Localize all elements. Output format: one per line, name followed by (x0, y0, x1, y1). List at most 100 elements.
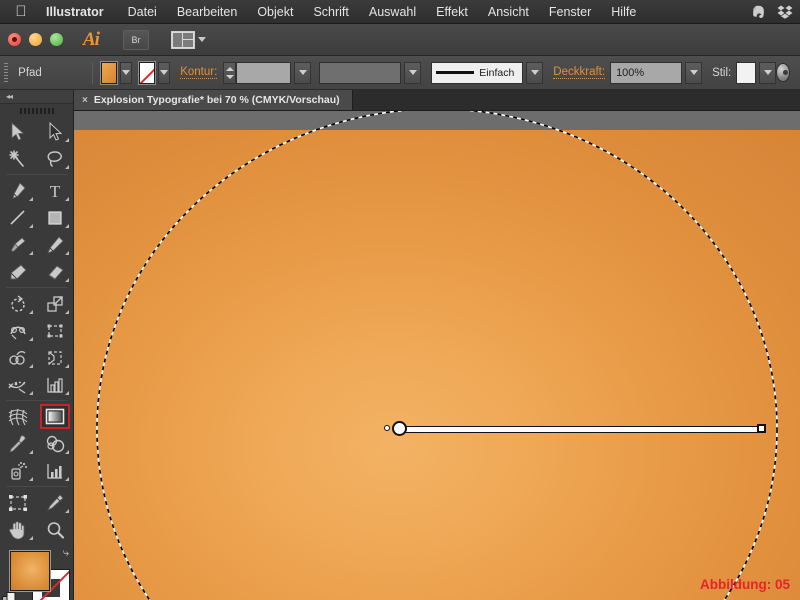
tools-grid: T (0, 118, 73, 543)
gradient-start-stop[interactable] (392, 421, 407, 436)
tools-panel-header[interactable]: ◂◂ (0, 90, 73, 104)
pencil-tool[interactable] (37, 231, 74, 258)
chevron-down-icon (530, 70, 539, 75)
lasso-tool[interactable] (37, 145, 74, 172)
document-tab[interactable]: × Explosion Typografie* bei 70 % (CMYK/V… (74, 90, 353, 110)
hand-tool[interactable] (0, 516, 37, 543)
graphic-style-dropdown[interactable] (759, 61, 777, 84)
direct-selection-tool[interactable] (37, 118, 74, 145)
gradient-annotator-bar[interactable] (398, 426, 764, 433)
rotate-tool[interactable] (0, 290, 37, 317)
artboard-tool[interactable] (0, 489, 37, 516)
scale-tool[interactable] (37, 290, 74, 317)
stroke-weight-label[interactable]: Kontur: (180, 66, 218, 79)
slice-tool[interactable] (37, 489, 74, 516)
zoom-tool[interactable] (37, 516, 74, 543)
shape-builder-tool[interactable] (0, 344, 37, 371)
tool-group-indicator (65, 364, 69, 368)
magic-wand-tool[interactable] (0, 145, 37, 172)
stroke-weight-input[interactable] (236, 61, 292, 84)
chevron-down-icon (298, 70, 307, 75)
dropbox-icon[interactable] (776, 3, 794, 21)
svg-text:T: T (50, 182, 61, 201)
opacity-label[interactable]: Deckkraft: (553, 66, 606, 79)
stroke-profile-field[interactable]: Einfach (431, 61, 524, 84)
fill-swatch-dropdown[interactable] (119, 61, 133, 84)
line-segment-tool[interactable] (0, 204, 37, 231)
tool-group-indicator (65, 477, 69, 481)
width-tool[interactable] (0, 317, 37, 344)
stroke-weight-dropdown[interactable] (294, 61, 312, 84)
tool-group-indicator (28, 450, 33, 454)
tools-panel-grip[interactable] (0, 104, 73, 118)
graph-tool[interactable] (37, 457, 74, 484)
symbol-sprayer-tool[interactable] (0, 457, 37, 484)
rectangle-tool[interactable] (37, 204, 74, 231)
tool-group-indicator (28, 197, 33, 201)
stroke-style-dropdown[interactable] (404, 61, 422, 84)
blend-tool[interactable] (37, 430, 74, 457)
stroke-profile-dropdown[interactable] (526, 61, 544, 84)
tool-group-indicator (28, 224, 33, 228)
evernote-icon[interactable] (750, 3, 768, 21)
swap-fill-stroke-icon[interactable]: ⤷ (63, 547, 69, 560)
column-graph-tool[interactable] (37, 371, 74, 398)
collapse-panel-icon[interactable]: ◂◂ (6, 92, 13, 101)
minimize-window-button[interactable] (29, 33, 42, 46)
pen-tool[interactable] (0, 177, 37, 204)
tool-group-indicator (28, 477, 33, 481)
stroke-color-swatch[interactable] (137, 60, 156, 85)
gradient-mesh-tool[interactable] (0, 403, 37, 430)
stroke-profile-icon (436, 71, 475, 74)
arrange-documents-button[interactable] (170, 30, 206, 49)
fill-stroke-proxy: ⤷ (0, 547, 73, 600)
control-panel-menu-icon[interactable] (776, 63, 790, 82)
menu-item-datei[interactable]: Datei (118, 0, 167, 24)
control-bar-grip[interactable] (4, 62, 9, 83)
fill-color-proxy[interactable] (9, 550, 51, 592)
tool-group-indicator (28, 337, 33, 341)
dashed-ellipse-selection[interactable] (74, 111, 800, 600)
mesh-tool[interactable] (0, 371, 37, 398)
zoom-window-button[interactable] (50, 33, 63, 46)
gradient-origin-handle[interactable] (384, 425, 390, 431)
perspective-grid-tool[interactable] (37, 344, 74, 371)
close-window-button[interactable] (8, 33, 21, 46)
gradient-tool[interactable] (37, 403, 74, 430)
eyedropper-tool[interactable] (0, 430, 37, 457)
free-transform-tool[interactable] (37, 317, 74, 344)
type-tool[interactable]: T (37, 177, 74, 204)
window-controls (0, 33, 63, 46)
bridge-button[interactable]: Br (122, 29, 149, 50)
blob-brush-tool[interactable] (0, 258, 37, 285)
menu-item-bearbeiten[interactable]: Bearbeiten (167, 0, 247, 24)
graphic-style-swatch[interactable] (736, 61, 757, 84)
fill-color-swatch[interactable] (99, 60, 118, 85)
close-icon[interactable]: × (82, 95, 88, 106)
menu-item-fenster[interactable]: Fenster (539, 0, 601, 24)
apple-logo-icon[interactable]:  (0, 4, 42, 19)
opacity-input[interactable]: 100% (610, 61, 683, 84)
gradient-end-stop[interactable] (757, 424, 766, 433)
eraser-tool[interactable] (37, 258, 74, 285)
stroke-swatch-dropdown[interactable] (157, 61, 171, 84)
menu-item-auswahl[interactable]: Auswahl (359, 0, 426, 24)
tool-group-indicator (65, 138, 69, 142)
selection-type-label: Pfad (18, 66, 42, 79)
opacity-dropdown[interactable] (685, 61, 703, 84)
menu-item-schrift[interactable]: Schrift (303, 0, 358, 24)
menu-item-illustrator[interactable]: Illustrator (42, 0, 118, 24)
tool-group-indicator (28, 391, 33, 395)
stroke-weight-stepper[interactable] (223, 61, 237, 84)
selection-tool[interactable] (0, 118, 37, 145)
menu-item-hilfe[interactable]: Hilfe (601, 0, 646, 24)
menu-item-ansicht[interactable]: Ansicht (478, 0, 539, 24)
menu-item-effekt[interactable]: Effekt (426, 0, 478, 24)
control-options-bar: Pfad Kontur: Einfach Deckkraft: 100% Sti… (0, 56, 800, 90)
default-fill-stroke-icon[interactable] (2, 592, 17, 600)
paintbrush-tool[interactable] (0, 231, 37, 258)
canvas-area[interactable]: Abbildung: 05 (74, 111, 800, 600)
stroke-style-input[interactable] (319, 61, 402, 84)
menu-item-objekt[interactable]: Objekt (247, 0, 303, 24)
tools-divider (6, 400, 67, 401)
